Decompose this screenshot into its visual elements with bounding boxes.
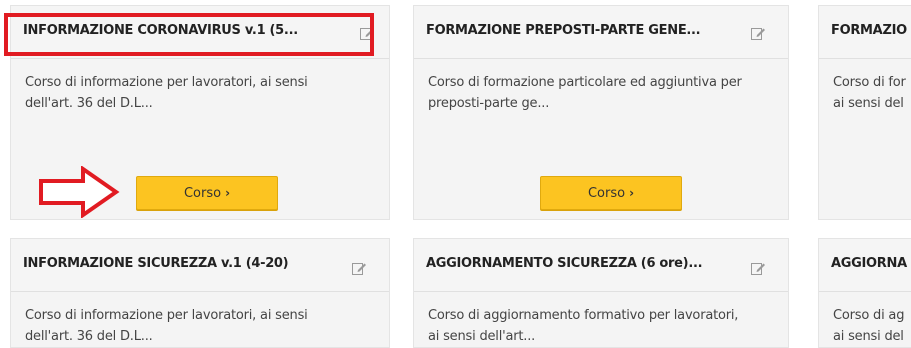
card-header: AGGIORNAMENTO SICUREZZA (6 ore)...	[414, 239, 788, 292]
card-description: Corso di informazione per lavoratori, ai…	[25, 72, 375, 114]
card-title[interactable]: AGGIORNA	[831, 256, 907, 271]
course-card: FORMAZIO Corso di for ai sensi del	[818, 5, 911, 220]
course-card: AGGIORNAMENTO SICUREZZA (6 ore)... Corso…	[413, 238, 789, 348]
card-header: INFORMAZIONE SICUREZZA v.1 (4-20)	[11, 239, 389, 292]
card-header: FORMAZIONE PREPOSTI-PARTE GENE...	[414, 6, 788, 59]
edit-icon[interactable]	[750, 260, 766, 276]
course-card: FORMAZIONE PREPOSTI-PARTE GENE... Corso …	[413, 5, 789, 220]
card-description-line: ai sensi dell'art...	[428, 329, 536, 344]
card-description-line: Corso di formazione particolare ed aggiu…	[428, 75, 742, 90]
edit-icon[interactable]	[359, 25, 375, 41]
card-description-line: ai sensi del	[833, 329, 904, 344]
course-button-label: Corso	[183, 185, 222, 201]
card-title[interactable]: AGGIORNAMENTO SICUREZZA (6 ore)...	[426, 256, 703, 271]
card-description: Corso di formazione particolare ed aggiu…	[428, 72, 774, 114]
red-arrow-icon	[39, 166, 120, 218]
chevron-right-icon: ›	[629, 186, 635, 200]
card-description: Corso di for ai sensi del	[833, 72, 911, 114]
card-description-line: ai sensi del	[833, 96, 904, 111]
card-description-line: Corso di informazione per lavoratori, ai…	[25, 308, 308, 323]
course-button-label: Corso	[587, 185, 626, 201]
edit-icon[interactable]	[351, 260, 367, 276]
course-card: AGGIORNA Corso di ag ai sensi del	[818, 238, 911, 348]
card-description: Corso di informazione per lavoratori, ai…	[25, 305, 375, 347]
card-description-line: Corso di informazione per lavoratori, ai…	[25, 75, 308, 90]
card-description-line: dell'art. 36 del D.L...	[25, 96, 153, 111]
course-button[interactable]: Corso ›	[540, 176, 682, 210]
card-description-line: Corso di aggiornamento formativo per lav…	[428, 308, 739, 323]
card-description: Corso di aggiornamento formativo per lav…	[428, 305, 774, 347]
card-header: AGGIORNA	[819, 239, 911, 292]
card-description-line: Corso di for	[833, 75, 906, 90]
card-description-line: Corso di ag	[833, 308, 905, 323]
course-button[interactable]: Corso ›	[136, 176, 278, 210]
edit-icon[interactable]	[750, 25, 766, 41]
chevron-right-icon: ›	[225, 186, 231, 200]
card-title[interactable]: FORMAZIO	[831, 23, 907, 38]
card-description-line: dell'art. 36 del D.L...	[25, 329, 153, 344]
card-title[interactable]: INFORMAZIONE CORONAVIRUS v.1 (5...	[23, 23, 298, 38]
course-card: INFORMAZIONE SICUREZZA v.1 (4-20) Corso …	[10, 238, 390, 348]
card-description-line: preposti-parte ge...	[428, 96, 550, 111]
card-title[interactable]: FORMAZIONE PREPOSTI-PARTE GENE...	[426, 23, 701, 38]
card-header: FORMAZIO	[819, 6, 911, 59]
card-title[interactable]: INFORMAZIONE SICUREZZA v.1 (4-20)	[23, 256, 289, 271]
card-header: INFORMAZIONE CORONAVIRUS v.1 (5...	[11, 6, 389, 59]
card-description: Corso di ag ai sensi del	[833, 305, 911, 347]
